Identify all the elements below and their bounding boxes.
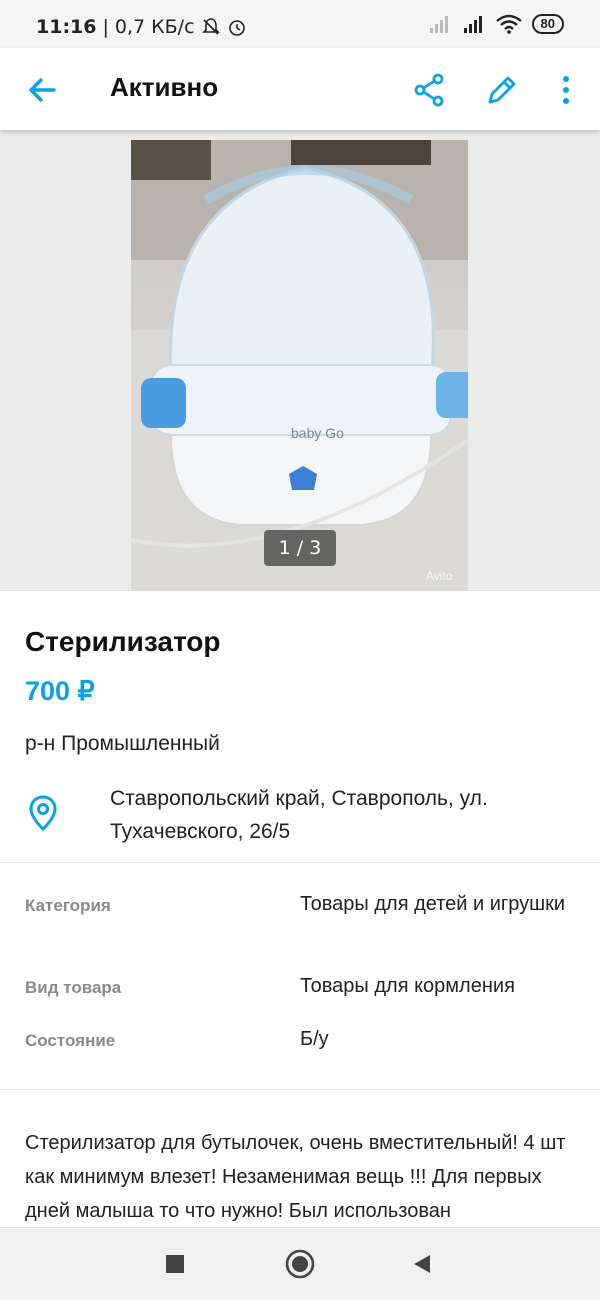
bell-off-icon <box>201 18 220 35</box>
alarm-icon <box>228 20 245 36</box>
app-bar: Активно <box>0 48 600 130</box>
status-right: 80 <box>428 14 564 34</box>
param-value-category: Товары для детей и игрушки <box>300 893 566 915</box>
param-value-condition: Б/у <box>300 1028 329 1050</box>
divider <box>0 1089 600 1090</box>
status-bar: 11:16 | 0,7 КБ/с 80 <box>0 0 600 48</box>
system-nav-bar <box>0 1227 600 1300</box>
param-label-category: Категория <box>25 896 111 915</box>
status-left: 11:16 | 0,7 КБ/с <box>36 16 247 38</box>
share-icon <box>414 73 444 107</box>
triangle-back-icon[interactable] <box>410 1252 434 1276</box>
share-button[interactable] <box>407 68 451 112</box>
photo-counter: 1 / 3 <box>264 530 336 566</box>
status-time: 11:16 <box>36 16 97 38</box>
param-label-type: Вид товара <box>25 978 122 997</box>
status-speed: 0,7 КБ/с <box>114 16 195 38</box>
square-icon[interactable] <box>163 1252 187 1276</box>
signal-off-icon <box>429 16 448 33</box>
page-title: Активно <box>110 72 219 102</box>
edit-button[interactable] <box>480 68 524 112</box>
more-vertical-icon <box>563 76 569 104</box>
photo-gallery[interactable]: baby Go Avito 1 / 3 <box>0 130 600 591</box>
param-label-condition: Состояние <box>25 1031 116 1050</box>
listing-district: р-н Промышленный <box>25 732 220 755</box>
circle-icon[interactable] <box>284 1248 316 1280</box>
pencil-icon <box>488 76 516 104</box>
signal-icon <box>463 16 482 33</box>
listing-description: Стерилизатор для бутылочек, очень вмести… <box>25 1132 566 1222</box>
status-separator: | <box>102 16 109 38</box>
avito-watermark: Avito <box>426 569 453 583</box>
divider <box>0 862 600 863</box>
sterilizer-illustration: baby Go Avito <box>131 140 468 590</box>
param-value-type: Товары для кормления <box>300 975 515 997</box>
product-photo[interactable]: baby Go Avito <box>131 140 468 590</box>
more-options-button[interactable] <box>544 68 588 112</box>
back-button[interactable] <box>22 70 62 110</box>
listing-address[interactable]: Ставропольский край, Ставрополь, ул. Тух… <box>110 782 570 848</box>
arrow-left-icon <box>29 78 56 102</box>
listing-price: 700 ₽ <box>25 676 95 706</box>
wifi-icon <box>495 14 522 34</box>
listing-title: Стерилизатор <box>25 626 221 657</box>
brand-label: baby Go <box>291 425 344 441</box>
battery-indicator: 80 <box>531 14 564 34</box>
location-pin-icon <box>29 795 57 832</box>
